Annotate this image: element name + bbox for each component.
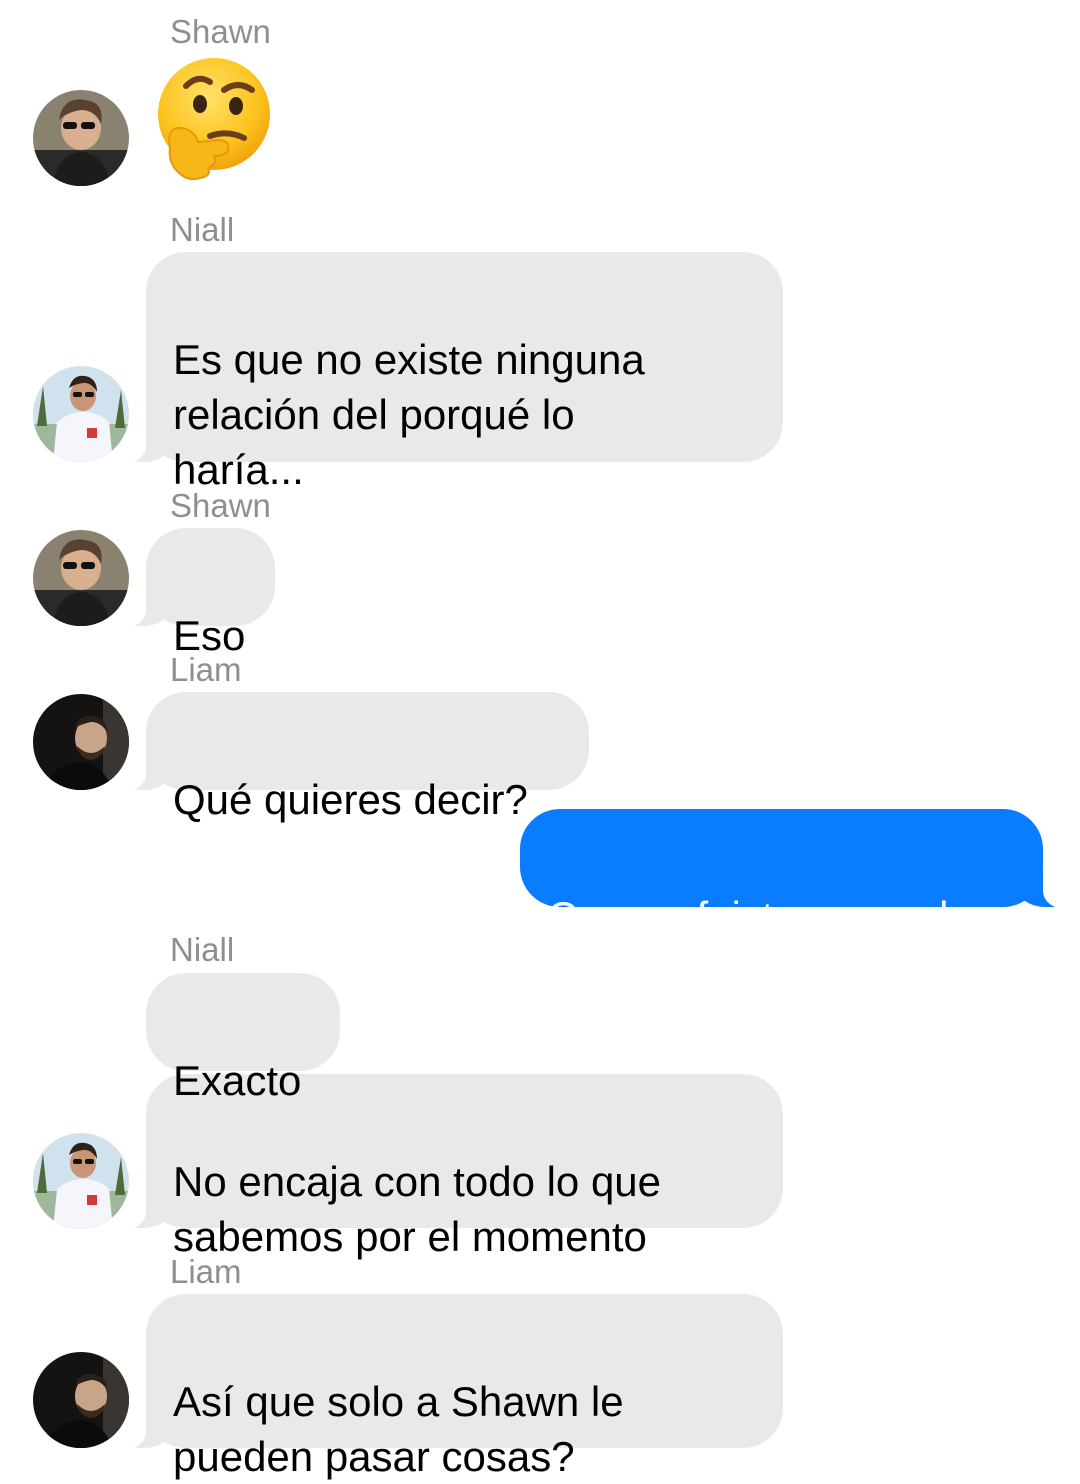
liam-avatar[interactable] [33,694,129,790]
message-bubble-incoming[interactable]: Así que solo a Shawn le pueden pasar cos… [116,1294,783,1480]
message-bubble-incoming[interactable]: Es que no existe ninguna relación del po… [116,252,783,493]
sender-name-niall: Niall [170,211,235,248]
message-text: Así que solo a Shawn le pueden pasar cos… [173,1378,624,1480]
message-text: Es que no existe ninguna relación del po… [173,336,645,493]
message-bubble-outgoing[interactable]: Que no fuiste marcado [520,809,1073,940]
niall-avatar[interactable] [33,366,129,462]
sender-name-shawn: Shawn [170,13,271,50]
shawn-avatar[interactable] [33,90,129,186]
message-bubble-incoming[interactable]: Qué quieres decir? [116,692,589,823]
message-text: Eso [173,612,246,659]
message-text: Exacto [173,1057,302,1104]
thinking-face-emoji [148,56,276,189]
message-text: No encaja con todo lo que sabemos por el… [173,1158,662,1260]
shawn-avatar[interactable] [33,530,129,626]
message-bubble-incoming[interactable]: Eso [116,528,275,659]
message-text: Que no fuiste marcado [547,893,972,940]
message-bubble-incoming[interactable]: Exacto [146,973,340,1104]
liam-avatar[interactable] [33,1352,129,1448]
sender-name-niall: Niall [170,931,235,968]
message-text: Qué quieres decir? [173,776,528,823]
niall-avatar[interactable] [33,1133,129,1229]
